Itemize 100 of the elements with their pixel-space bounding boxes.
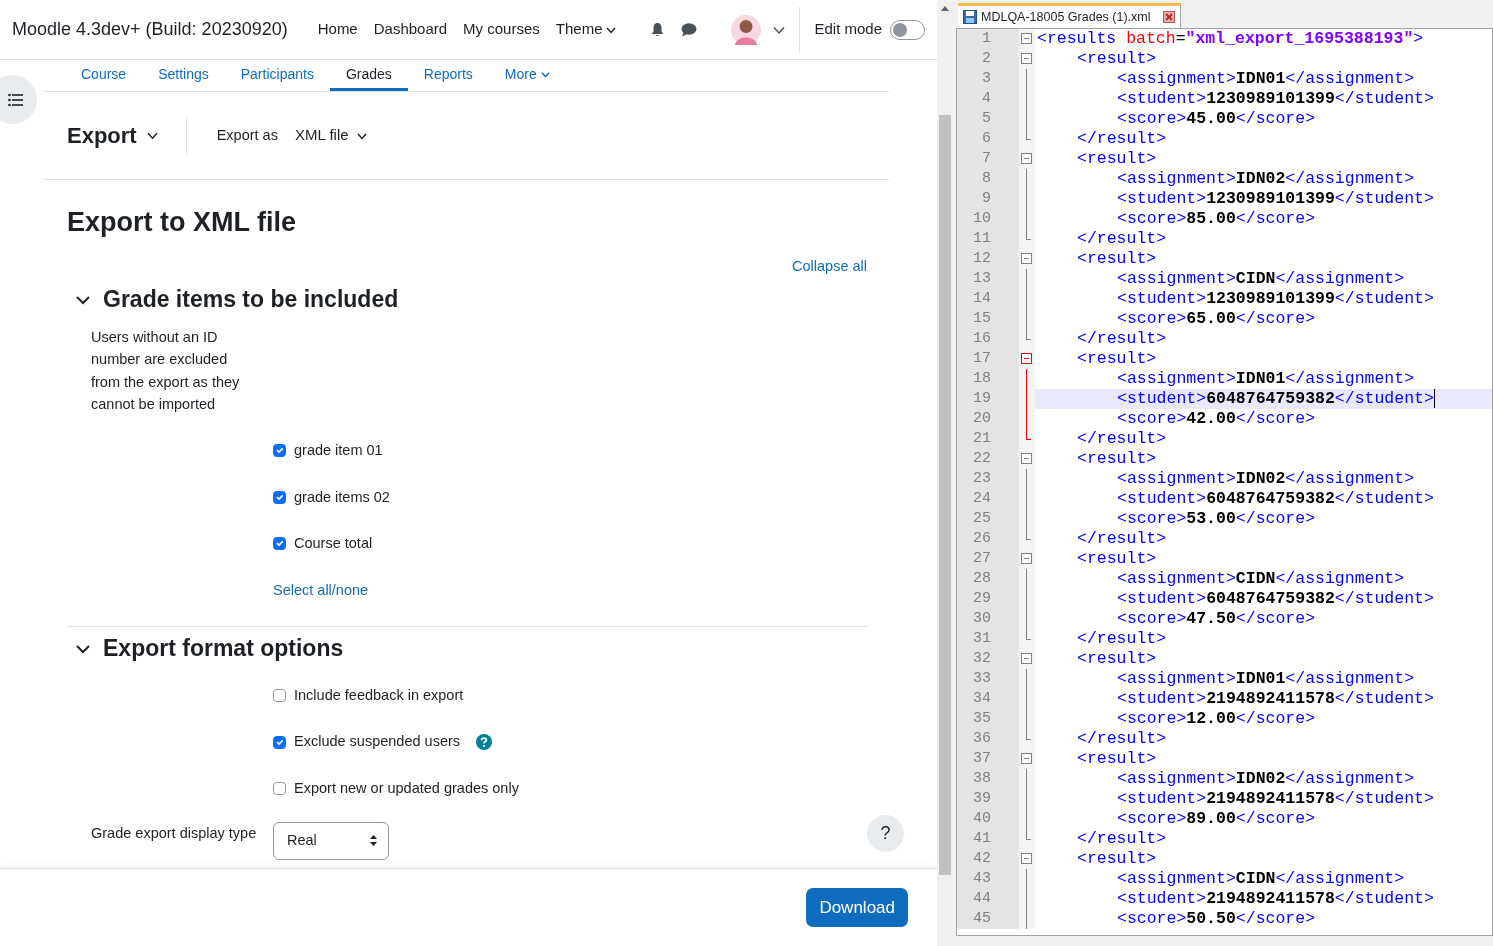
- code-line: <results batch="xml_export_1695388193">: [1037, 29, 1424, 48]
- line-number: 19: [957, 389, 1019, 409]
- page-title: Export to XML file: [67, 206, 297, 239]
- code-line: <score>45.00</score>: [1117, 109, 1316, 128]
- course-tab[interactable]: More: [488, 60, 566, 91]
- code-line: <score>85.00</score>: [1117, 209, 1316, 228]
- code-line: <score>12.00</score>: [1117, 709, 1316, 728]
- code-line: <result>: [1077, 749, 1157, 768]
- code-line: <assignment>IDN01</assignment>: [1117, 69, 1415, 88]
- code-line: <score>89.00</score>: [1117, 809, 1316, 828]
- checkbox-label: Exclude suspended users: [294, 732, 461, 752]
- checkbox-label: Include feedback in export: [294, 685, 464, 705]
- scroll-up-icon[interactable]: [940, 5, 950, 12]
- action-selector[interactable]: Export: [67, 119, 158, 152]
- code-line: <assignment>IDN02</assignment>: [1117, 169, 1415, 188]
- code-line: <score>50.50</score>: [1117, 909, 1316, 928]
- line-number: 44: [957, 889, 1019, 909]
- checkbox-label: Course total: [294, 534, 373, 554]
- code-line: </result>: [1077, 229, 1167, 248]
- line-number: 21: [957, 429, 1019, 449]
- code-line: <student>1230989101399</student>: [1117, 89, 1434, 108]
- code-line: </result>: [1077, 429, 1167, 448]
- line-number: 15: [957, 309, 1019, 329]
- display-type-select[interactable]: Real: [273, 821, 389, 860]
- line-number: 22: [957, 449, 1019, 469]
- line-number: 13: [957, 269, 1019, 289]
- format-selector[interactable]: XML file: [294, 124, 367, 147]
- line-number: 35: [957, 709, 1019, 729]
- file-tab[interactable]: MDLQA-18005 Grades (1).xml: [958, 3, 1181, 28]
- code-line: <result>: [1077, 549, 1157, 568]
- line-number: 7: [957, 149, 1019, 169]
- checkbox[interactable]: [273, 689, 286, 703]
- course-tab[interactable]: Reports: [407, 60, 489, 91]
- caret-icon: [606, 25, 617, 36]
- line-number: 24: [957, 489, 1019, 509]
- code-line: <student>1230989101399</student>: [1117, 189, 1434, 208]
- download-button[interactable]: Download: [806, 888, 908, 927]
- code-line: <result>: [1077, 349, 1157, 368]
- list-icon: [8, 92, 23, 107]
- checkbox[interactable]: [273, 782, 286, 796]
- line-number: 39: [957, 789, 1019, 809]
- code-line: <student>2194892411578</student>: [1117, 789, 1434, 808]
- code-line: <student>6048764759382</student>: [1117, 389, 1435, 408]
- line-number: 37: [957, 749, 1019, 769]
- nav-link[interactable]: Home: [309, 18, 366, 41]
- checkbox[interactable]: [273, 735, 286, 749]
- line-number: 41: [957, 829, 1019, 849]
- code-line: <assignment>CIDN</assignment>: [1117, 269, 1405, 288]
- code-line: </result>: [1077, 329, 1167, 348]
- sort-arrows-icon: [369, 834, 378, 848]
- line-number: 33: [957, 669, 1019, 689]
- nav-link[interactable]: Dashboard: [365, 18, 456, 41]
- caret-icon: [146, 130, 158, 141]
- code-line: <score>42.00</score>: [1117, 409, 1316, 428]
- avatar-icon[interactable]: [731, 14, 762, 45]
- line-number: 32: [957, 649, 1019, 669]
- select-all-link[interactable]: Select all/none: [273, 579, 369, 602]
- bell-icon[interactable]: [650, 22, 666, 37]
- code-line: <score>53.00</score>: [1117, 509, 1316, 528]
- code-line: <result>: [1077, 849, 1157, 868]
- help-icon[interactable]: [476, 734, 493, 751]
- line-number: 26: [957, 529, 1019, 549]
- line-number: 4: [957, 89, 1019, 109]
- code-line: <assignment>IDN01</assignment>: [1117, 669, 1415, 688]
- nav-link[interactable]: Theme: [547, 18, 625, 41]
- collapse-all-link[interactable]: Collapse all: [792, 256, 867, 279]
- code-line: <student>6048764759382</student>: [1117, 589, 1434, 608]
- description-text: Users without an ID number are excluded from the export as they cannot be imported: [91, 327, 241, 415]
- course-tab[interactable]: Course: [65, 60, 143, 91]
- edit-mode-label: Edit mode: [814, 19, 883, 40]
- line-number: 6: [957, 129, 1019, 149]
- code-line: <result>: [1077, 149, 1157, 168]
- help-button[interactable]: ?: [867, 815, 904, 852]
- scrollbar[interactable]: [937, 0, 953, 946]
- line-number: 45: [957, 909, 1019, 929]
- nav-link[interactable]: My courses: [455, 18, 548, 41]
- code-line: <assignment>IDN02</assignment>: [1117, 769, 1415, 788]
- code-line: <assignment>CIDN</assignment>: [1117, 569, 1405, 588]
- site-title[interactable]: Moodle 4.3dev+ (Build: 20230920): [12, 16, 288, 43]
- course-tab[interactable]: Settings: [142, 60, 225, 91]
- code-line: <result>: [1077, 449, 1157, 468]
- code-line: <assignment>CIDN</assignment>: [1117, 869, 1405, 888]
- checkbox[interactable]: [273, 537, 286, 551]
- code-line: </result>: [1077, 829, 1167, 848]
- section-heading: Export format options: [103, 634, 344, 663]
- line-number: 30: [957, 609, 1019, 629]
- course-tab[interactable]: Grades: [329, 60, 408, 91]
- checkbox[interactable]: [273, 444, 286, 458]
- code-line: <student>2194892411578</student>: [1117, 689, 1434, 708]
- drawer-toggle-button[interactable]: [0, 75, 37, 124]
- checkbox[interactable]: [273, 491, 286, 504]
- chat-icon[interactable]: [681, 22, 698, 37]
- section-heading: Grade items to be included: [103, 286, 399, 314]
- line-number: 12: [957, 249, 1019, 269]
- line-number: 27: [957, 549, 1019, 569]
- line-number: 8: [957, 169, 1019, 189]
- code-line: <student>6048764759382</student>: [1117, 489, 1434, 508]
- close-icon[interactable]: [1162, 11, 1175, 23]
- edit-mode-toggle[interactable]: [890, 19, 926, 40]
- course-tab[interactable]: Participants: [224, 60, 330, 91]
